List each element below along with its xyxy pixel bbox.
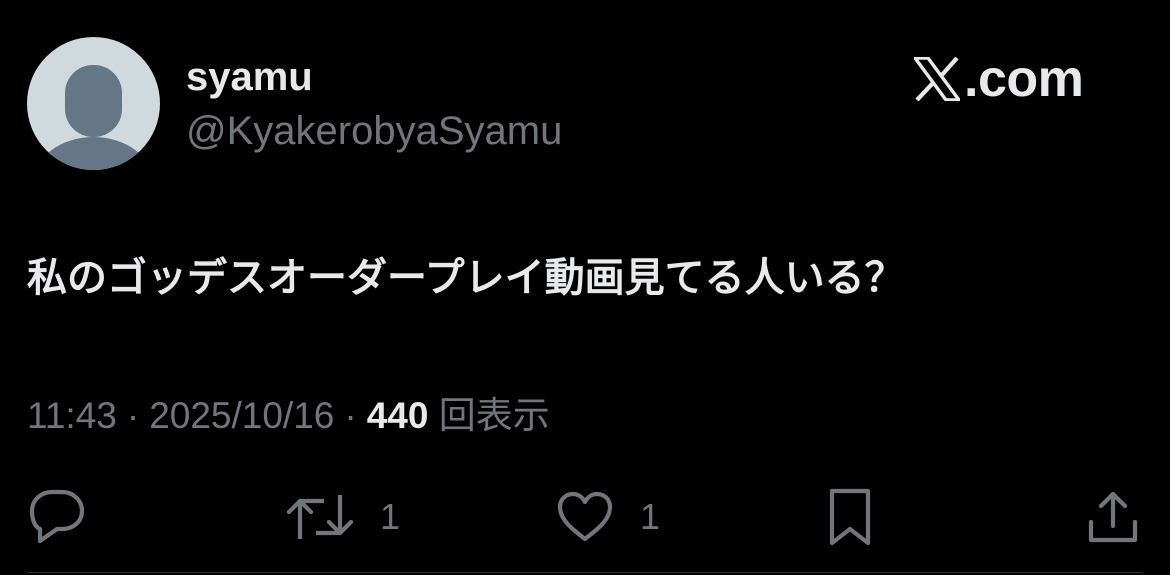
reply-button[interactable] — [27, 486, 87, 548]
tweet-meta: 11:43 · 2025/10/16 · 440 回表示 — [27, 393, 550, 439]
share-button[interactable] — [1086, 486, 1140, 548]
bookmark-icon — [829, 488, 871, 546]
tweet-date[interactable]: 2025/10/16 — [149, 395, 334, 436]
user-handle[interactable]: @KyakerobyaSyamu — [186, 108, 562, 154]
retweet-icon — [286, 495, 354, 539]
meta-separator: · — [344, 395, 357, 436]
default-profile-icon — [27, 37, 160, 170]
divider — [27, 572, 1143, 573]
like-button[interactable]: 1 — [556, 486, 660, 548]
views-count: 440 — [366, 395, 429, 436]
reply-icon — [29, 489, 85, 544]
meta-separator: · — [126, 395, 140, 436]
heart-icon — [557, 491, 613, 542]
like-count: 1 — [640, 496, 661, 537]
bookmark-button[interactable] — [826, 486, 874, 548]
display-name[interactable]: syamu — [186, 54, 313, 100]
tweet-time[interactable]: 11:43 — [27, 395, 117, 436]
brand-text: .com — [964, 50, 1084, 108]
share-icon — [1088, 491, 1138, 543]
brand: .com — [914, 50, 1084, 108]
retweet-button[interactable]: 1 — [286, 486, 400, 548]
views-label: 回表示 — [438, 395, 550, 436]
avatar[interactable] — [27, 37, 160, 170]
x-logo-icon — [914, 57, 960, 101]
tweet-text: 私のゴッデスオーダープレイ動画見てる人いる？ — [27, 256, 905, 300]
retweet-count: 1 — [380, 496, 401, 537]
